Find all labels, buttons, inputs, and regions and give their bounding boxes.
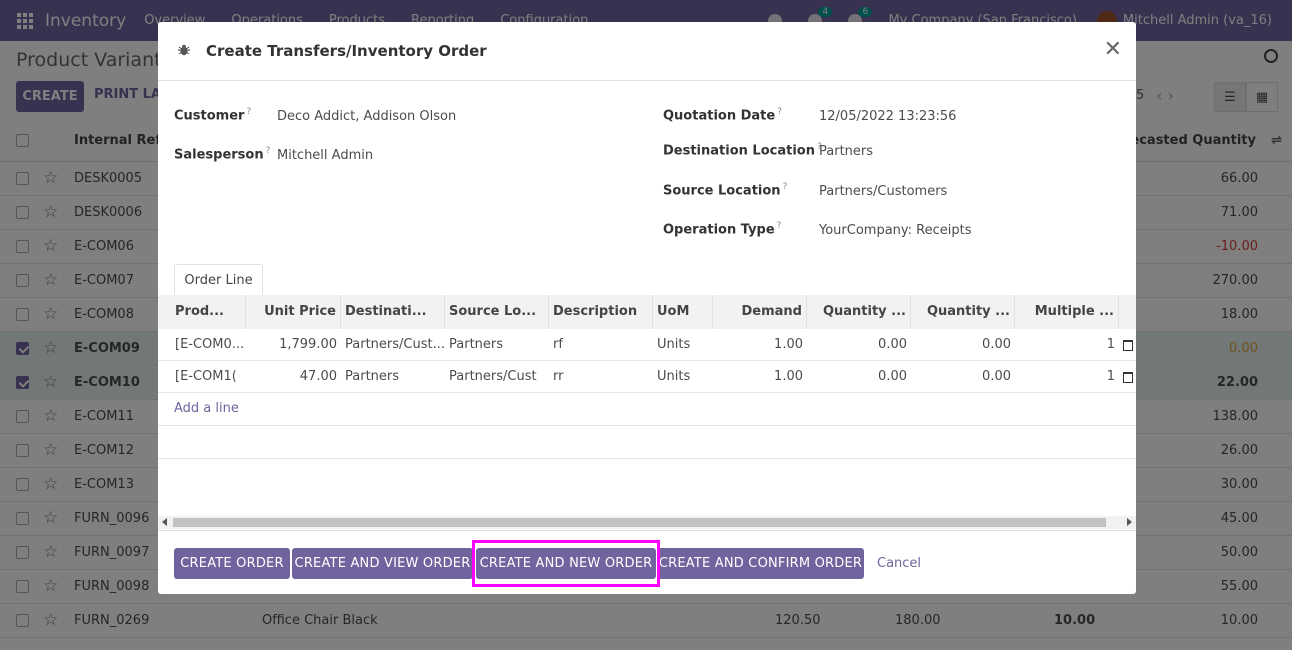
cell-source[interactable]: Partners/Cust bbox=[445, 361, 549, 393]
dialog-title: Create Transfers/Inventory Order bbox=[206, 42, 487, 60]
cell-uom[interactable]: Units bbox=[653, 361, 713, 393]
divider bbox=[158, 425, 1136, 426]
help-icon[interactable]: ? bbox=[777, 221, 782, 231]
cell-quantity-2[interactable]: 0.00 bbox=[911, 361, 1015, 393]
cell-description[interactable]: rr bbox=[549, 361, 653, 393]
col-quantity-1[interactable]: Quantity ... bbox=[807, 295, 911, 329]
tab-order-line[interactable]: Order Line bbox=[174, 264, 263, 296]
source-location-label: Source Location? bbox=[663, 182, 788, 199]
operation-type-label: Operation Type? bbox=[663, 221, 782, 238]
help-icon[interactable]: ? bbox=[266, 146, 271, 156]
col-demand[interactable]: Demand bbox=[713, 295, 807, 329]
create-transfer-dialog: Create Transfers/Inventory Order ✕ Custo… bbox=[158, 22, 1136, 594]
cell-source[interactable]: Partners bbox=[445, 329, 549, 361]
table-header: Prod... Unit Price Destinati... Source L… bbox=[158, 295, 1136, 329]
col-quantity-2[interactable]: Quantity ... bbox=[911, 295, 1015, 329]
cell-uom[interactable]: Units bbox=[653, 329, 713, 361]
scrollbar-thumb[interactable] bbox=[173, 518, 1106, 527]
cell-unit-price[interactable]: 47.00 bbox=[246, 361, 341, 393]
table-row[interactable]: [E-COM1( 47.00 Partners Partners/Cust rr… bbox=[158, 361, 1136, 393]
customer-field[interactable]: Deco Addict, Addison Olson bbox=[277, 109, 456, 124]
col-source[interactable]: Source Lo... bbox=[445, 295, 549, 329]
dialog-header: Create Transfers/Inventory Order ✕ bbox=[158, 22, 1136, 81]
close-icon[interactable]: ✕ bbox=[1104, 39, 1122, 61]
help-icon[interactable]: ? bbox=[783, 182, 788, 192]
table-row[interactable]: [E-COM0... 1,799.00 Partners/Cust... Par… bbox=[158, 329, 1136, 361]
cell-product[interactable]: [E-COM1( bbox=[158, 361, 246, 393]
order-line-table: Prod... Unit Price Destinati... Source L… bbox=[158, 295, 1136, 393]
col-product[interactable]: Prod... bbox=[158, 295, 246, 329]
cell-demand[interactable]: 1.00 bbox=[713, 329, 807, 361]
operation-type-field[interactable]: YourCompany: Receipts bbox=[819, 223, 972, 238]
cell-description[interactable]: rf bbox=[549, 329, 653, 361]
create-order-button[interactable]: CREATE ORDER bbox=[174, 548, 290, 579]
create-and-view-order-button[interactable]: CREATE AND VIEW ORDER bbox=[292, 548, 473, 579]
col-unit-price[interactable]: Unit Price bbox=[246, 295, 341, 329]
cell-product[interactable]: [E-COM0... bbox=[158, 329, 246, 361]
quotation-date-label: Quotation Date? bbox=[663, 107, 782, 124]
trash-icon[interactable] bbox=[1123, 372, 1133, 383]
col-description[interactable]: Description bbox=[549, 295, 653, 329]
scroll-right-icon[interactable] bbox=[1127, 518, 1132, 526]
trash-icon[interactable] bbox=[1123, 340, 1133, 351]
cell-quantity-2[interactable]: 0.00 bbox=[911, 329, 1015, 361]
col-multiple[interactable]: Multiple ... bbox=[1015, 295, 1119, 329]
cell-multiple[interactable]: 1 bbox=[1015, 329, 1119, 361]
horizontal-scrollbar[interactable] bbox=[158, 516, 1136, 529]
cell-destination[interactable]: Partners/Cust... bbox=[341, 329, 445, 361]
help-icon[interactable]: ? bbox=[777, 107, 782, 117]
cell-quantity-1[interactable]: 0.00 bbox=[807, 329, 911, 361]
destination-location-field[interactable]: Partners bbox=[819, 144, 873, 159]
cancel-button[interactable]: Cancel bbox=[877, 556, 921, 571]
dialog-footer: CREATE ORDER CREATE AND VIEW ORDER CREAT… bbox=[158, 530, 1136, 594]
destination-location-label: Destination Location? bbox=[663, 142, 822, 159]
quotation-date-field[interactable]: 12/05/2022 13:23:56 bbox=[819, 109, 956, 124]
salesperson-field[interactable]: Mitchell Admin bbox=[277, 148, 373, 163]
customer-label: Customer? bbox=[174, 107, 252, 124]
source-location-field[interactable]: Partners/Customers bbox=[819, 184, 947, 199]
cell-demand[interactable]: 1.00 bbox=[713, 361, 807, 393]
create-and-confirm-order-button[interactable]: CREATE AND CONFIRM ORDER bbox=[657, 548, 864, 579]
divider bbox=[158, 458, 1136, 459]
col-destination[interactable]: Destinati... bbox=[341, 295, 445, 329]
cell-destination[interactable]: Partners bbox=[341, 361, 445, 393]
salesperson-label: Salesperson? bbox=[174, 146, 271, 163]
cell-quantity-1[interactable]: 0.00 bbox=[807, 361, 911, 393]
add-line-link[interactable]: Add a line bbox=[174, 401, 239, 416]
bug-icon bbox=[178, 44, 190, 56]
cell-unit-price[interactable]: 1,799.00 bbox=[246, 329, 341, 361]
help-icon[interactable]: ? bbox=[246, 107, 251, 117]
scroll-left-icon[interactable] bbox=[162, 518, 167, 526]
col-uom[interactable]: UoM bbox=[653, 295, 713, 329]
cell-multiple[interactable]: 1 bbox=[1015, 361, 1119, 393]
highlight-box bbox=[472, 540, 660, 587]
